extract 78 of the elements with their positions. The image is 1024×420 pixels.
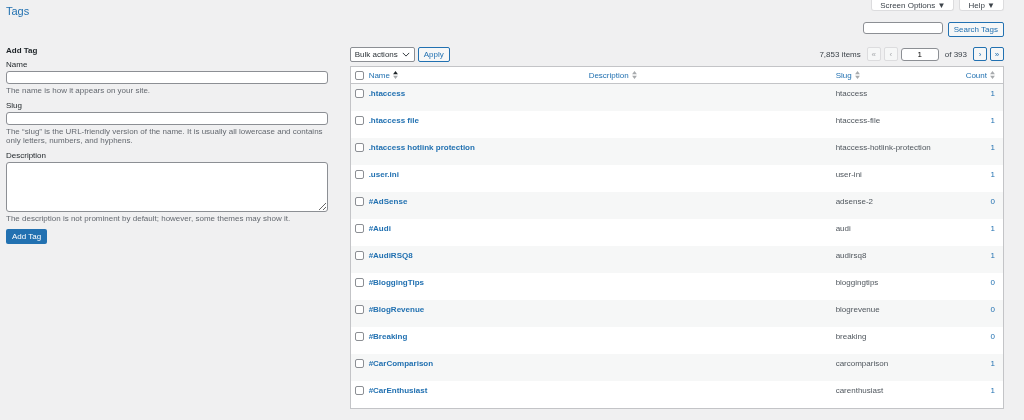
tag-name-link[interactable]: #AdSense xyxy=(368,197,408,206)
page-total: of 393 xyxy=(944,49,967,59)
form-heading: Add Tag xyxy=(6,46,39,55)
row-checkbox[interactable] xyxy=(355,278,365,287)
page-nav-button[interactable]: › xyxy=(973,47,987,61)
tag-slug: adsense-2 xyxy=(835,197,873,206)
row-checkbox[interactable] xyxy=(355,116,365,125)
column-header[interactable]: Slug xyxy=(835,70,852,80)
row-checkbox[interactable] xyxy=(355,143,365,152)
count-link[interactable]: 1 xyxy=(990,224,995,233)
field-label: Description xyxy=(6,151,47,160)
tag-name-link[interactable]: #BloggingTips xyxy=(368,278,425,287)
column-header[interactable]: Description xyxy=(588,70,629,80)
tag-slug: blogrevenue xyxy=(835,305,880,314)
tag-name-link[interactable]: .htaccess file xyxy=(368,116,419,125)
count-link[interactable]: 0 xyxy=(990,197,995,206)
row-checkbox[interactable] xyxy=(355,170,365,179)
count-link[interactable]: 0 xyxy=(990,278,995,287)
count-link[interactable]: 1 xyxy=(990,89,995,98)
tag-slug: htaccess-file xyxy=(835,116,881,125)
tag-slug: audi xyxy=(835,224,851,233)
field-label: Name xyxy=(6,60,29,69)
input-field[interactable] xyxy=(6,112,328,125)
column-header[interactable]: Count xyxy=(965,70,987,80)
count-link[interactable]: 1 xyxy=(990,116,995,125)
items-count: 7,853 items xyxy=(819,49,861,59)
tag-name-link[interactable]: #CarComparison xyxy=(368,359,434,368)
field-hint: The “slug” is the URL-friendly version of the name. It is usually all lowercase and contains only letters, numbers, and hyphens. xyxy=(6,127,324,145)
count-link[interactable]: 1 xyxy=(990,359,995,368)
tag-name-link[interactable]: #Breaking xyxy=(368,332,408,341)
column-header[interactable]: Name xyxy=(368,70,390,80)
tag-name-link[interactable]: #Audi xyxy=(368,224,391,233)
tag-slug: user-ini xyxy=(835,170,862,179)
screen-meta-tab[interactable]: Help ▼ xyxy=(959,0,1004,11)
bulk-actions-dropdown[interactable]: Bulk actions xyxy=(349,46,415,62)
field-hint: The description is not prominent by default; however, some themes may show it. xyxy=(6,214,292,223)
count-link[interactable]: 0 xyxy=(990,305,995,314)
page-number-field[interactable]: 1 xyxy=(900,47,939,61)
tag-slug: carenthusiast xyxy=(835,386,884,395)
tag-slug: breaking xyxy=(835,332,867,341)
search-button[interactable]: Search Tags xyxy=(947,22,1004,37)
screen-meta-tab[interactable]: Screen Options ▼ xyxy=(871,0,955,11)
count-link[interactable]: 1 xyxy=(990,251,995,260)
tag-name-link[interactable]: .htaccess xyxy=(368,89,406,98)
row-checkbox[interactable] xyxy=(355,332,365,341)
row-checkbox[interactable] xyxy=(355,89,365,98)
tag-slug: carcomparison xyxy=(835,359,889,368)
row-checkbox[interactable] xyxy=(355,305,365,314)
tag-slug: htaccess-hotlink-protection xyxy=(835,143,931,152)
tag-slug: htaccess xyxy=(835,89,868,98)
row-checkbox[interactable] xyxy=(355,224,365,233)
tag-name-link[interactable]: #CarEnthusiast xyxy=(368,386,428,395)
textarea-field[interactable] xyxy=(6,162,328,212)
row-checkbox[interactable] xyxy=(355,359,365,368)
apply-button[interactable]: Apply xyxy=(417,46,450,62)
field-hint: The name is how it appears on your site. xyxy=(6,86,152,95)
add-tag-button[interactable]: Add Tag xyxy=(6,229,48,244)
row-checkbox[interactable] xyxy=(355,197,365,206)
input-field[interactable] xyxy=(6,71,328,84)
field-label: Slug xyxy=(6,101,23,110)
row-checkbox[interactable] xyxy=(355,251,365,260)
count-link[interactable]: 1 xyxy=(990,170,995,179)
tag-name-link[interactable]: .user.ini xyxy=(368,170,399,179)
tag-slug: audirsq8 xyxy=(835,251,867,260)
count-link[interactable]: 1 xyxy=(990,143,995,152)
tag-name-link[interactable]: #BlogRevenue xyxy=(368,305,425,314)
count-link[interactable]: 0 xyxy=(990,332,995,341)
tag-name-link[interactable]: .htaccess hotlink protection xyxy=(368,143,475,152)
chevron-icon xyxy=(401,51,410,57)
page-nav-button[interactable]: » xyxy=(990,47,1004,61)
row-checkbox[interactable] xyxy=(355,386,365,395)
select-all-checkbox[interactable] xyxy=(355,70,365,80)
count-link[interactable]: 1 xyxy=(990,386,995,395)
tag-name-link[interactable]: #AudiRSQ8 xyxy=(368,251,413,260)
sort-icon[interactable] xyxy=(393,71,398,79)
page-title: Tags xyxy=(6,5,30,19)
search-field[interactable] xyxy=(862,22,943,34)
tag-slug: bloggingtips xyxy=(835,278,879,287)
